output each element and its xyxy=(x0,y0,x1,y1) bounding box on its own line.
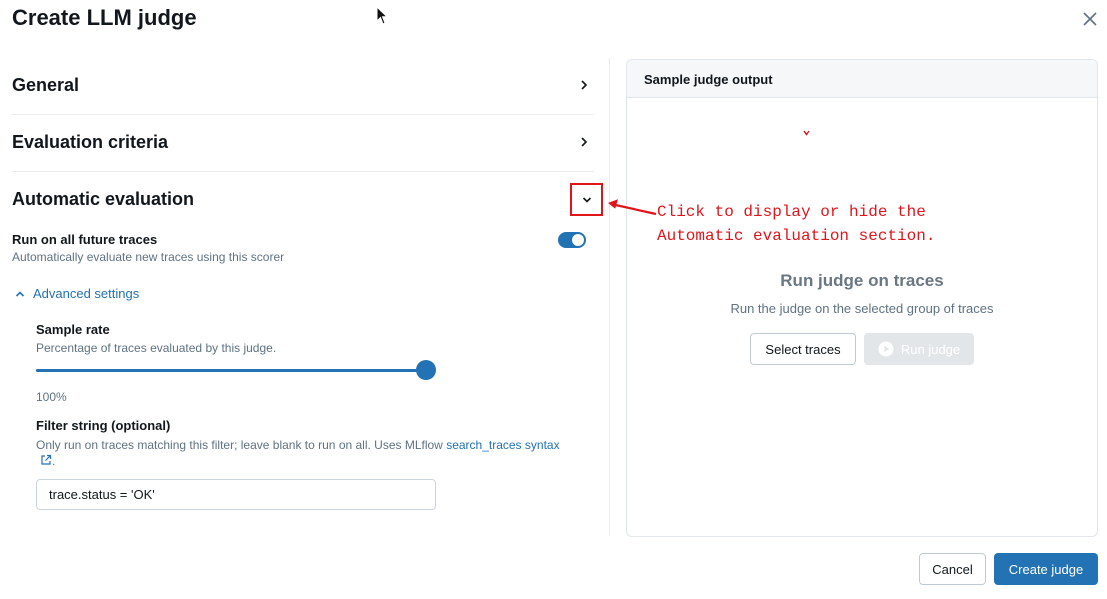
judge-config-column: General Evaluation criteria Automatic ev… xyxy=(12,58,603,510)
create-llm-judge-dialog: Create LLM judge General Evaluation crit… xyxy=(0,0,1107,599)
create-judge-button[interactable]: Create judge xyxy=(994,553,1098,585)
run-on-future-traces-row: Run on all future traces Automatically e… xyxy=(12,232,594,264)
chevron-right-icon xyxy=(581,80,588,90)
filter-string-field: Filter string (optional) Only run on tra… xyxy=(36,418,596,510)
section-evaluation-criteria[interactable]: Evaluation criteria xyxy=(12,115,594,172)
section-evaluation-criteria-label: Evaluation criteria xyxy=(12,132,169,152)
chevron-down-icon xyxy=(582,197,592,203)
filter-string-input[interactable] xyxy=(36,479,436,510)
slider-fill xyxy=(36,369,426,372)
run-on-future-traces-desc: Automatically evaluate new traces using … xyxy=(12,250,285,264)
mouse-cursor-icon xyxy=(376,6,389,25)
section-automatic-evaluation[interactable]: Automatic evaluation xyxy=(12,172,594,229)
section-general[interactable]: General xyxy=(12,58,594,115)
play-icon xyxy=(878,341,894,357)
close-icon[interactable] xyxy=(1080,9,1100,29)
external-link-icon[interactable] xyxy=(40,454,52,466)
advanced-settings-label: Advanced settings xyxy=(33,286,140,301)
select-traces-button[interactable]: Select traces xyxy=(750,333,856,365)
annotation-arrow-icon xyxy=(608,199,657,216)
run-on-future-traces-switch[interactable] xyxy=(558,232,586,248)
chevron-right-icon xyxy=(581,137,588,147)
sample-rate-field: Sample rate Percentage of traces evaluat… xyxy=(36,322,436,404)
run-judge-label: Run judge xyxy=(900,341,961,357)
cancel-button[interactable]: Cancel xyxy=(919,553,986,585)
switch-knob xyxy=(572,234,584,246)
filter-desc-suffix: . xyxy=(52,454,56,468)
sample-judge-output-panel: Sample judge output Run judge on traces … xyxy=(626,59,1098,537)
run-judge-button[interactable]: Run judge xyxy=(864,333,974,365)
chevron-up-icon xyxy=(15,290,25,297)
section-general-label: General xyxy=(12,75,80,95)
sample-rate-value: 100% xyxy=(36,390,67,404)
dialog-title: Create LLM judge xyxy=(12,5,197,30)
search-traces-syntax-link[interactable]: search_traces syntax xyxy=(446,438,559,452)
run-judge-title: Run judge on traces xyxy=(780,271,944,290)
automatic-evaluation-toggle-button[interactable] xyxy=(570,183,603,216)
filter-string-desc: Only run on traces matching this filter;… xyxy=(36,437,596,469)
sample-judge-output-title: Sample judge output xyxy=(627,60,1097,98)
column-divider xyxy=(609,58,610,536)
advanced-settings-toggle[interactable]: Advanced settings xyxy=(15,286,139,301)
annotation-text: Click to display or hide the Automatic e… xyxy=(657,203,936,245)
filter-desc-text: Only run on traces matching this filter;… xyxy=(36,438,447,452)
filter-string-title: Filter string (optional) xyxy=(36,418,171,433)
run-judge-desc: Run the judge on the selected group of t… xyxy=(730,301,994,316)
run-on-future-traces-label: Run on all future traces xyxy=(12,232,158,247)
slider-thumb[interactable] xyxy=(416,360,436,380)
section-automatic-evaluation-label: Automatic evaluation xyxy=(12,189,195,209)
sample-rate-desc: Percentage of traces evaluated by this j… xyxy=(36,341,277,355)
arrow-down-icon xyxy=(803,130,810,136)
sample-rate-slider[interactable] xyxy=(36,359,436,381)
sample-rate-title: Sample rate xyxy=(36,322,110,337)
